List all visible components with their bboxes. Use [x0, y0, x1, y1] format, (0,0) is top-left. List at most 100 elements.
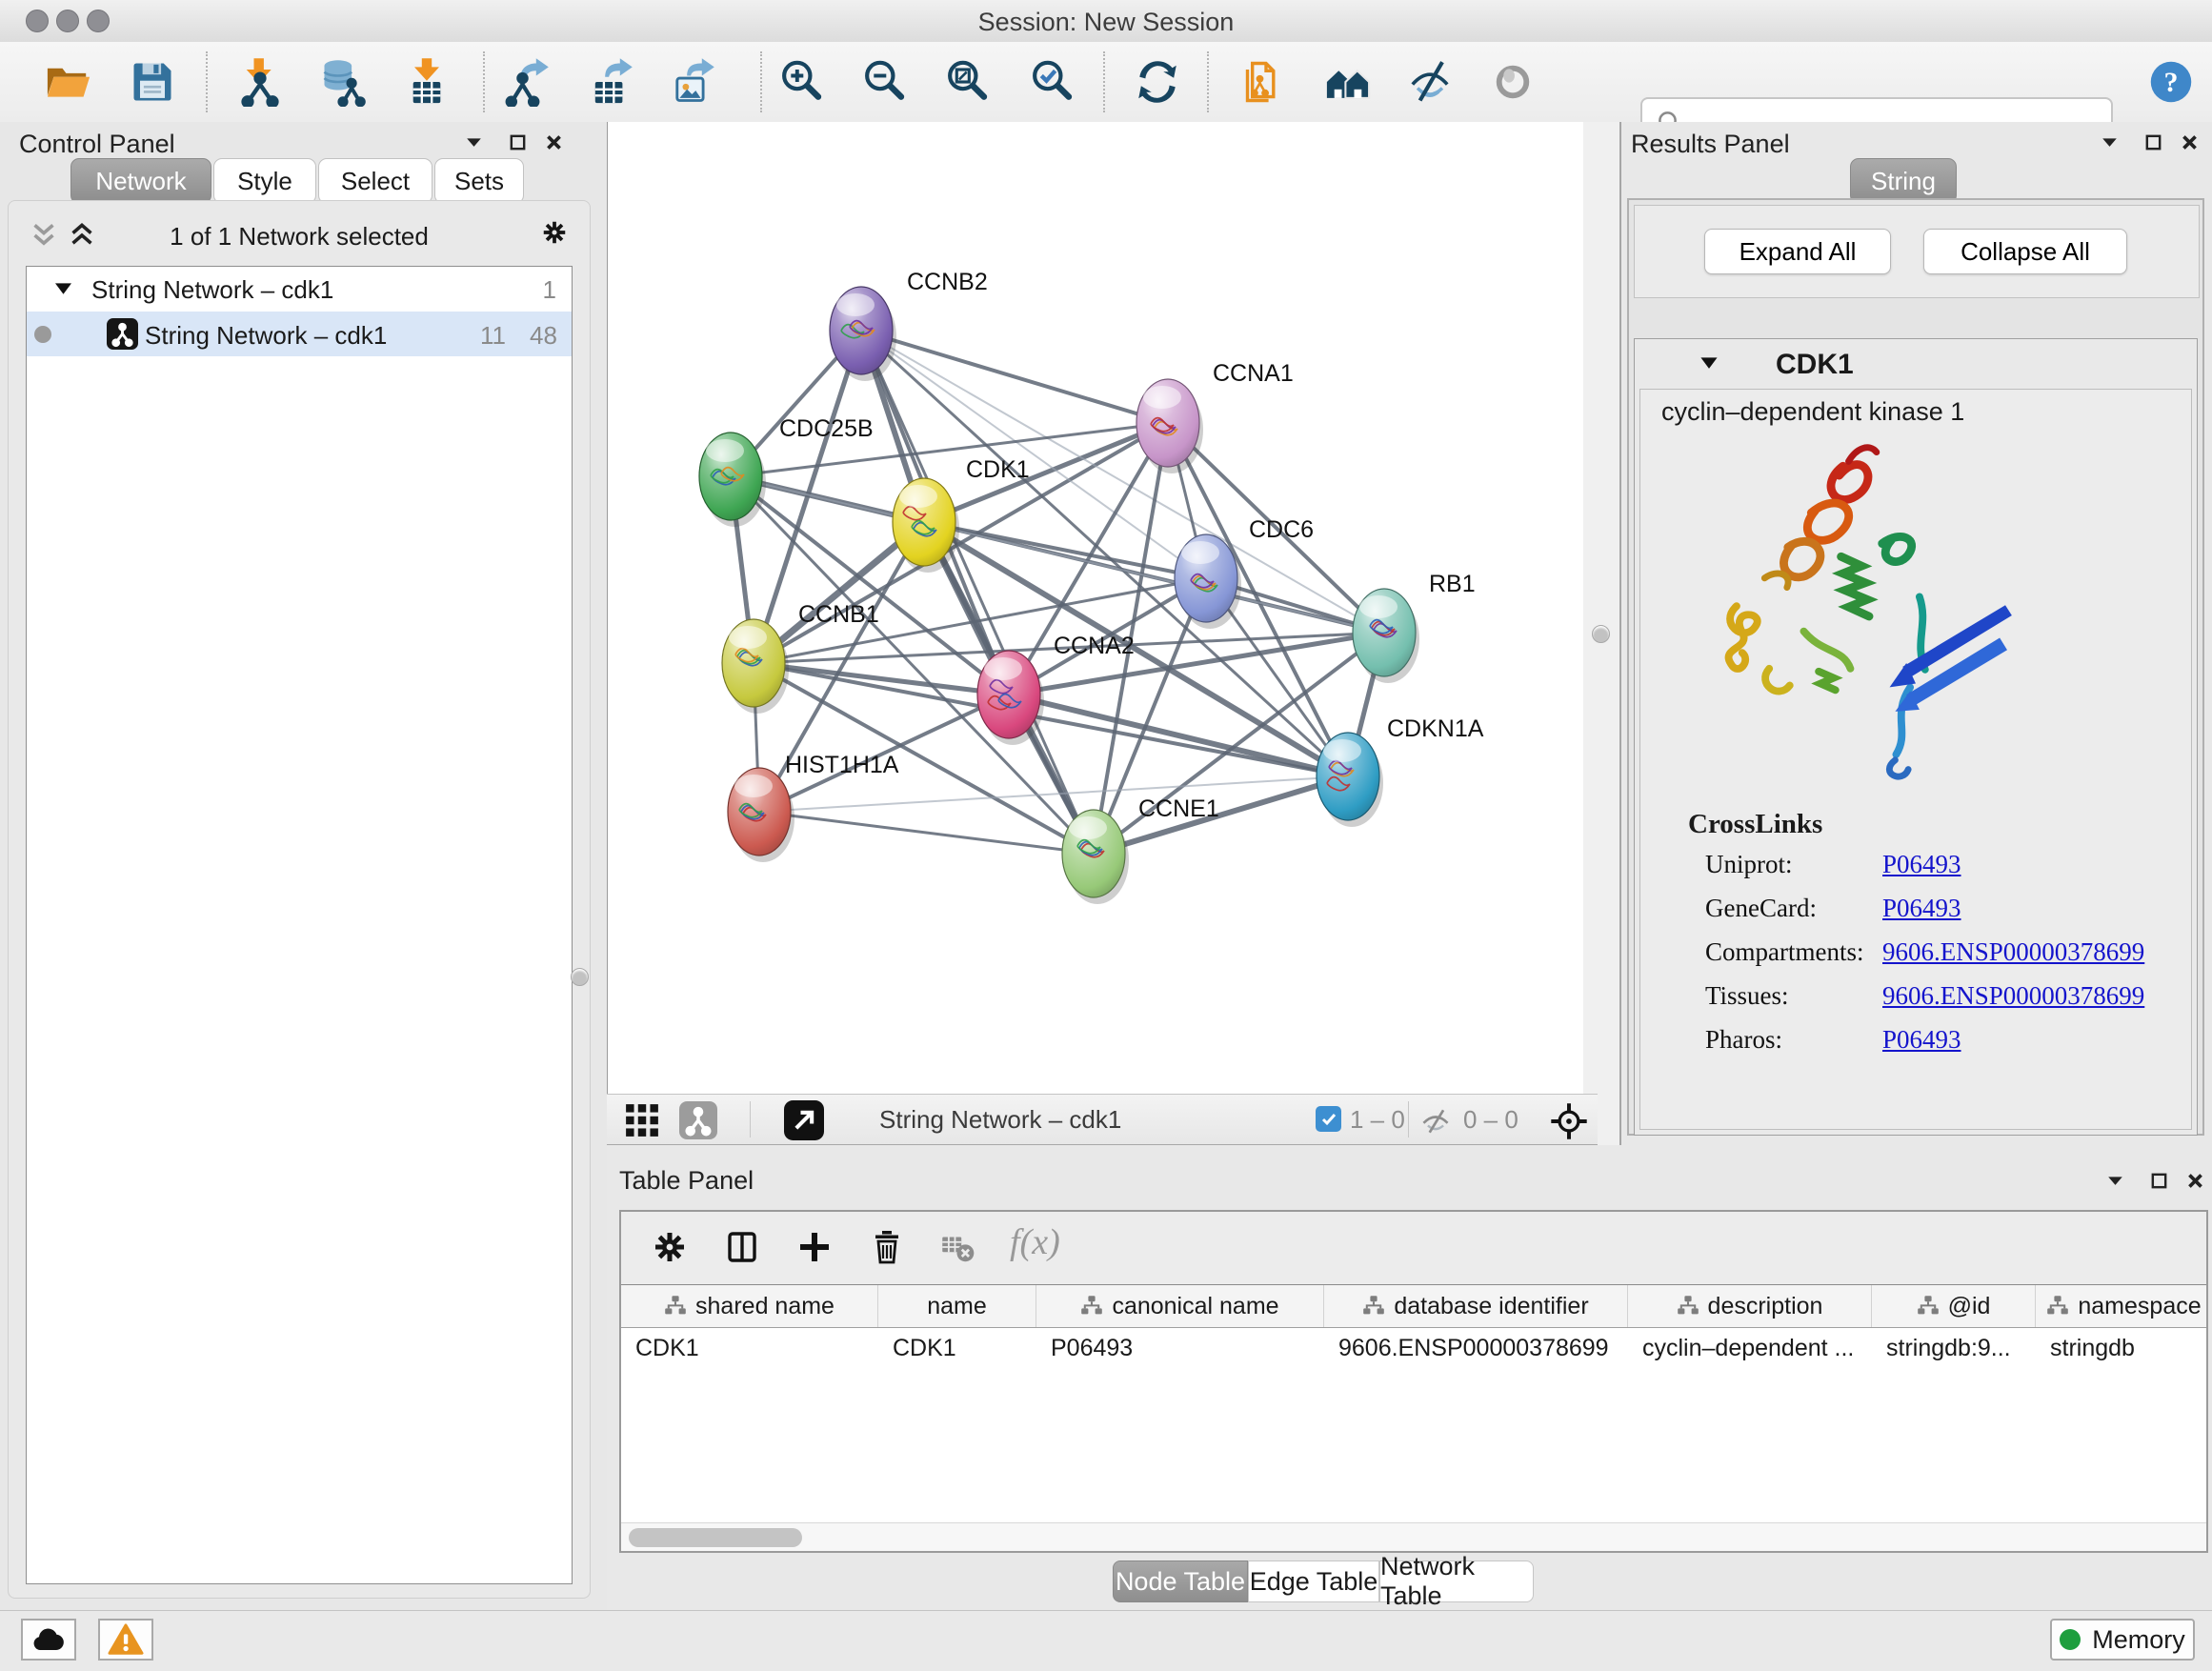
- tab-network-table[interactable]: Network Table: [1379, 1560, 1534, 1602]
- tab-style[interactable]: Style: [213, 158, 316, 204]
- collapse-entry-icon[interactable]: [1699, 356, 1719, 370]
- collection-label: String Network – cdk1: [91, 275, 333, 305]
- delete-table-icon: [937, 1227, 977, 1267]
- gene-entry-header[interactable]: CDK1: [1635, 339, 2197, 389]
- node-HIST1H1A[interactable]: HIST1H1A: [728, 752, 899, 862]
- network-options-gear-button[interactable]: [540, 218, 569, 247]
- edge-CCNB1-CCNA2[interactable]: [754, 663, 1009, 695]
- delete-table-button[interactable]: [935, 1225, 979, 1269]
- open-session-button[interactable]: [42, 55, 95, 109]
- memory-label: Memory: [2092, 1625, 2185, 1655]
- table-panel: Table Panel f(x) shared name: [607, 1145, 2212, 1610]
- help-button[interactable]: ?: [2144, 55, 2198, 109]
- column-header-description[interactable]: description: [1628, 1285, 1872, 1327]
- show-graphics-details-button[interactable]: [1486, 55, 1539, 109]
- node-label-CCNB2: CCNB2: [907, 269, 988, 295]
- edge-CCNB2-CCNA1[interactable]: [861, 331, 1168, 423]
- tab-sets[interactable]: Sets: [434, 158, 524, 204]
- control-splitter-grip[interactable]: [571, 968, 589, 986]
- tab-select[interactable]: Select: [318, 158, 432, 204]
- zoom-fit-button[interactable]: [941, 55, 995, 109]
- node-RB1[interactable]: RB1: [1353, 571, 1476, 683]
- delete-column-button[interactable]: [865, 1225, 909, 1269]
- column-header-canonical-name[interactable]: canonical name: [1036, 1285, 1324, 1327]
- hidden-count: 0 – 0: [1463, 1105, 1518, 1135]
- selected-checkbox[interactable]: [1316, 1106, 1341, 1132]
- main-toolbar: ?: [0, 42, 2212, 123]
- close-panel-button[interactable]: [2181, 1166, 2209, 1195]
- zoom-selected-icon: [1028, 57, 1077, 107]
- genecard-link[interactable]: P06493: [1882, 894, 1961, 922]
- float-panel-button[interactable]: [503, 128, 532, 156]
- network-collection-row[interactable]: String Network – cdk1 1: [27, 267, 572, 312]
- column-header-shared-name[interactable]: shared name: [621, 1285, 878, 1327]
- memory-button[interactable]: Memory: [2050, 1619, 2195, 1661]
- network-view-canvas[interactable]: CDK1CCNB1CCNB2CCNA1CCNA2CCNE1CDC25BCDC6C…: [607, 122, 1583, 1094]
- warning-status-button[interactable]: [98, 1619, 153, 1661]
- tab-edge-table[interactable]: Edge Table: [1248, 1560, 1379, 1602]
- import-network-database-button[interactable]: [316, 55, 370, 109]
- import-string-network-button[interactable]: [1239, 55, 1293, 109]
- tissues-link[interactable]: 9606.ENSP00000378699: [1882, 981, 2144, 1010]
- node-CDKN1A[interactable]: CDKN1A: [1317, 715, 1484, 827]
- column-header-database-identifier[interactable]: database identifier: [1324, 1285, 1628, 1327]
- grid-view-button[interactable]: [624, 1102, 660, 1143]
- edge-CCNB2-RB1[interactable]: [861, 331, 1384, 633]
- splitter-grip[interactable]: [1592, 625, 1610, 643]
- node-label-CDK1: CDK1: [966, 456, 1030, 483]
- zoom-selected-button[interactable]: [1026, 55, 1079, 109]
- panel-menu-button[interactable]: [2095, 128, 2123, 156]
- network-row-selected[interactable]: String Network – cdk1 11 48: [27, 312, 572, 356]
- zoom-out-button[interactable]: [858, 55, 912, 109]
- function-builder-button[interactable]: f(x): [1010, 1221, 1060, 1263]
- import-table-file-button[interactable]: [400, 55, 453, 109]
- close-panel-button[interactable]: [2175, 128, 2203, 156]
- export-table-button[interactable]: [586, 55, 639, 109]
- network-view-mode-button[interactable]: [679, 1101, 717, 1144]
- panel-menu-button[interactable]: [2101, 1166, 2129, 1195]
- import-network-file-button[interactable]: [233, 55, 287, 109]
- float-panel-button[interactable]: [2144, 1166, 2173, 1195]
- current-network-dot-icon: [34, 326, 51, 343]
- compartments-link[interactable]: 9606.ENSP00000378699: [1882, 937, 2144, 966]
- hidden-indicator[interactable]: [1418, 1104, 1453, 1143]
- export-image-button[interactable]: [668, 55, 721, 109]
- table-horizontal-scrollbar[interactable]: [621, 1522, 2206, 1551]
- node-label-HIST1H1A: HIST1H1A: [785, 752, 899, 778]
- node-CCNE1[interactable]: CCNE1: [1062, 795, 1219, 904]
- first-neighbors-button[interactable]: [1321, 55, 1375, 109]
- node-CDC25B[interactable]: CDC25B: [699, 415, 874, 527]
- toolbar-separator: [206, 51, 208, 112]
- birds-eye-view-button[interactable]: [1548, 1100, 1590, 1147]
- pharos-link[interactable]: P06493: [1882, 1025, 1961, 1054]
- panel-menu-button[interactable]: [459, 128, 488, 156]
- float-panel-button[interactable]: [2139, 128, 2167, 156]
- tab-node-table[interactable]: Node Table: [1113, 1560, 1248, 1602]
- refresh-view-button[interactable]: [1131, 55, 1184, 109]
- save-session-button[interactable]: [126, 55, 179, 109]
- node-CCNA1[interactable]: CCNA1: [1136, 360, 1294, 473]
- hide-selected-button[interactable]: [1403, 55, 1457, 109]
- show-columns-button[interactable]: [720, 1225, 764, 1269]
- cloud-status-button[interactable]: [21, 1619, 76, 1661]
- tree-expander-icon[interactable]: [55, 282, 71, 295]
- detach-view-button[interactable]: [784, 1100, 824, 1145]
- export-network-button[interactable]: [502, 55, 555, 109]
- edge-CCNE1-CDKN1A[interactable]: [1094, 776, 1348, 854]
- scrollbar-thumb[interactable]: [629, 1528, 802, 1547]
- table-options-gear-button[interactable]: [648, 1225, 692, 1269]
- column-header-id[interactable]: @id: [1872, 1285, 2036, 1327]
- canvas-results-splitter[interactable]: [1583, 122, 1621, 1145]
- tab-string-results[interactable]: String: [1850, 158, 1957, 204]
- close-panel-button[interactable]: [539, 128, 568, 156]
- table-row[interactable]: CDK1 CDK1 P06493 9606.ENSP00000378699 cy…: [621, 1328, 2206, 1368]
- collapse-all-button[interactable]: Collapse All: [1923, 229, 2127, 274]
- column-header-namespace[interactable]: namespace: [2036, 1285, 2212, 1327]
- tab-network[interactable]: Network: [70, 158, 211, 204]
- create-column-button[interactable]: [793, 1225, 836, 1269]
- uniprot-link[interactable]: P06493: [1882, 850, 1961, 878]
- column-header-name[interactable]: name: [878, 1285, 1036, 1327]
- expand-all-button[interactable]: Expand All: [1704, 229, 1891, 274]
- zoom-in-button[interactable]: [775, 55, 829, 109]
- edge-CCNE1-HIST1H1A[interactable]: [759, 812, 1094, 854]
